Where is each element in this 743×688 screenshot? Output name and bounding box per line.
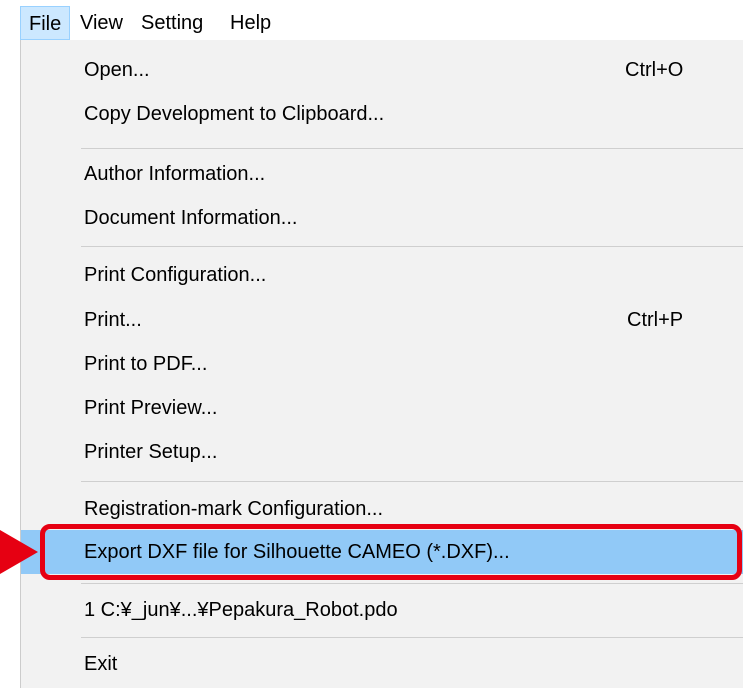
menu-item-label: Export DXF file for Silhouette CAMEO (*.… [84,541,510,563]
menu-item-label: Registration-mark Configuration... [84,498,384,520]
menu-setting[interactable]: Setting [133,6,211,40]
menu-item-label: 1 C:¥_jun¥...¥Pepakura_Robot.pdo [84,599,398,621]
menu-item-label: Print... [84,309,142,331]
menu-item-shortcut: Ctrl+O [625,59,684,81]
menu-bar: File View Setting Help [0,0,743,40]
menu-item-label: Print Preview... [84,397,218,419]
menu-item-label: Print to PDF... [84,353,208,375]
menu-separator [81,148,743,149]
menu-view[interactable]: View [72,6,131,40]
menu-item-print-to-pdf[interactable]: Print to PDF... [21,342,743,386]
menu-separator [81,246,743,247]
menu-item-label: Print Configuration... [84,264,267,286]
menu-item-export-dxf[interactable]: Export DXF file for Silhouette CAMEO (*.… [21,530,743,574]
callout-arrow-icon [0,530,38,574]
menu-separator [81,481,743,482]
menu-item-label: Printer Setup... [84,441,218,463]
menu-item-print-preview[interactable]: Print Preview... [21,386,743,430]
menu-item-exit[interactable]: Exit [21,642,743,686]
menu-item-label: Open... [84,59,150,81]
menu-item-registration-mark[interactable]: Registration-mark Configuration... [21,487,743,531]
menu-item-shortcut: Ctrl+P [627,309,684,331]
menu-item-print-configuration[interactable]: Print Configuration... [21,253,743,297]
menu-item-recent-file[interactable]: 1 C:¥_jun¥...¥Pepakura_Robot.pdo [21,588,743,632]
menu-item-label: Document Information... [84,207,298,229]
menu-item-printer-setup[interactable]: Printer Setup... [21,430,743,474]
menu-item-label: Exit [84,653,118,675]
menu-item-author-information[interactable]: Author Information... [21,152,743,196]
menu-separator [81,637,743,638]
menu-item-copy-development[interactable]: Copy Development to Clipboard... [21,92,743,136]
file-dropdown-menu: Open... Ctrl+O Copy Development to Clipb… [20,40,743,688]
menu-item-label: Copy Development to Clipboard... [84,103,385,125]
menu-file[interactable]: File [20,6,71,40]
menu-help[interactable]: Help [222,6,279,40]
menu-separator [81,583,743,584]
menu-item-print[interactable]: Print... Ctrl+P [21,298,743,342]
menu-item-document-information[interactable]: Document Information... [21,196,743,240]
menu-item-label: Author Information... [84,163,266,185]
menu-item-open[interactable]: Open... Ctrl+O [21,48,743,92]
